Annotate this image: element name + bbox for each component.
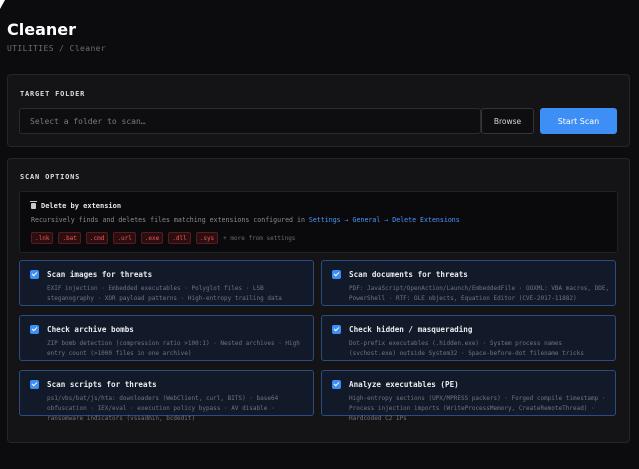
checkbox-checked-icon[interactable] <box>30 325 39 334</box>
extension-tag: .dll <box>168 232 191 244</box>
settings-link[interactable]: Settings → General → Delete Extensions <box>309 216 460 224</box>
option-title: Scan images for threats <box>47 270 153 279</box>
page-title: Cleaner <box>7 20 77 39</box>
delete-by-extension-box: Delete by extension Recursively finds an… <box>19 191 618 253</box>
trash-icon <box>30 201 37 209</box>
delete-by-extension-title: Delete by extension <box>30 201 122 210</box>
option-archive-bombs[interactable]: Check archive bombs ZIP bomb detection (… <box>19 315 314 361</box>
option-desc: Dot-prefix executables (.hidden.exe) · S… <box>349 340 584 357</box>
option-title: Analyze executables (PE) <box>349 380 459 389</box>
extension-tag: .url <box>113 232 136 244</box>
extension-tag: .sys <box>195 232 219 244</box>
checkbox-checked-icon[interactable] <box>30 380 39 389</box>
more-extensions-note: + more from settings <box>223 234 296 242</box>
checkbox-checked-icon[interactable] <box>332 380 341 389</box>
checkbox-checked-icon[interactable] <box>30 270 39 279</box>
target-folder-heading: TARGET FOLDER <box>20 90 86 98</box>
option-scan-documents[interactable]: Scan documents for threats PDF: JavaScri… <box>321 260 616 306</box>
option-desc: High-entropy sections (UPX/MPRESS packer… <box>349 395 606 422</box>
folder-path-input[interactable]: Select a folder to scan… <box>19 108 481 134</box>
option-analyze-executables[interactable]: Analyze executables (PE) High-entropy se… <box>321 370 616 422</box>
option-desc: ps1/vbs/bat/js/hta: downloaders (WebClie… <box>47 395 279 422</box>
option-title: Scan documents for threats <box>349 270 468 279</box>
option-scan-scripts[interactable]: Scan scripts for threats ps1/vbs/bat/js/… <box>19 370 314 422</box>
option-title: Check hidden / masquerading <box>349 325 473 334</box>
delete-desc-text: Recursively finds and deletes files matc… <box>31 216 309 224</box>
extension-tag: .cmd <box>85 232 109 244</box>
option-desc: ZIP bomb detection (compression ratio >1… <box>47 340 300 357</box>
scan-options-heading: SCAN OPTIONS <box>20 173 81 181</box>
option-desc: PDF: JavaScript/OpenAction/Launch/Embedd… <box>349 285 610 302</box>
extension-tag: .lnk <box>31 232 54 244</box>
browse-button[interactable]: Browse <box>481 108 534 134</box>
mouse-pointer-icon <box>0 0 5 9</box>
option-hidden-masquerading[interactable]: Check hidden / masquerading Dot-prefix e… <box>321 315 616 361</box>
extension-tag: .bat <box>58 232 81 244</box>
scan-options-panel: SCAN OPTIONS Delete by extension Recursi… <box>7 158 630 443</box>
target-folder-panel: TARGET FOLDER Select a folder to scan… B… <box>7 74 630 147</box>
breadcrumb: UTILITIES / Cleaner <box>7 44 107 53</box>
delete-by-extension-label: Delete by extension <box>41 202 122 210</box>
option-scan-images[interactable]: Scan images for threats EXIF injection ·… <box>19 260 314 306</box>
option-title: Check archive bombs <box>47 325 134 334</box>
start-scan-button[interactable]: Start Scan <box>540 108 617 134</box>
extension-tag: .exe <box>140 232 164 244</box>
delete-by-extension-desc: Recursively finds and deletes files matc… <box>31 216 460 224</box>
checkbox-checked-icon[interactable] <box>332 270 341 279</box>
extension-tags: .lnk .bat .cmd .url .exe .dll .sys + mor… <box>31 232 295 244</box>
option-title: Scan scripts for threats <box>47 380 157 389</box>
option-desc: EXIF injection · Embedded executables · … <box>47 285 282 302</box>
checkbox-checked-icon[interactable] <box>332 325 341 334</box>
